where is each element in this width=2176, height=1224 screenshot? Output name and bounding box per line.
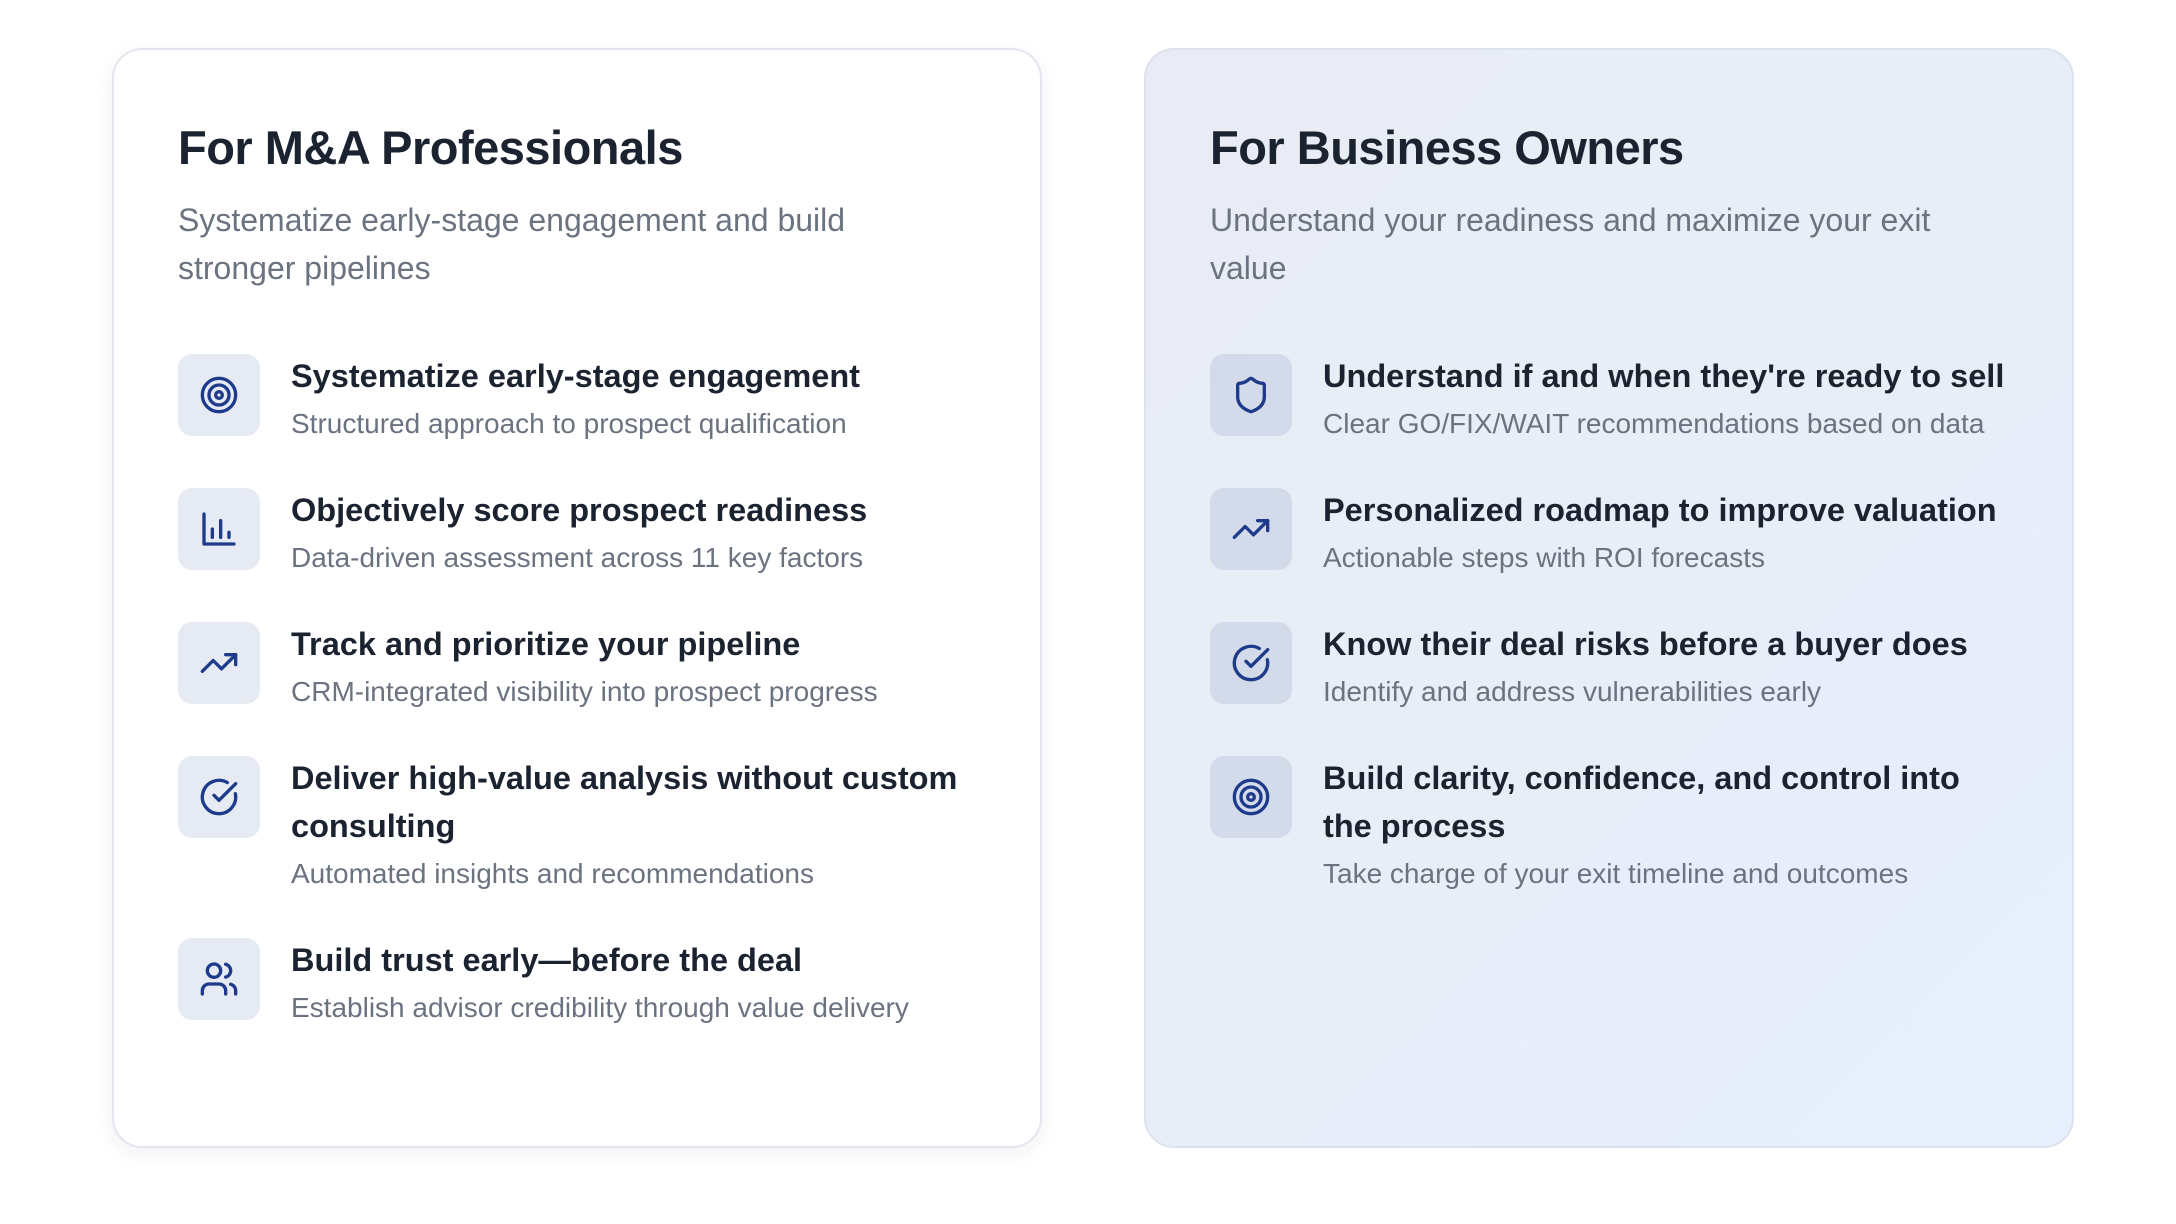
feature-description: Structured approach to prospect qualific… — [291, 408, 847, 440]
owners-title: For Business Owners — [1210, 121, 1684, 174]
trending-up-icon — [1210, 488, 1292, 571]
feature-item: Build clarity, confidence, and control i… — [1210, 754, 2010, 894]
professionals-feature-list: Systematize early-stage engagement Struc… — [178, 352, 978, 1028]
feature-text: Personalized roadmap to improve valuatio… — [1323, 486, 2010, 578]
feature-title: Build clarity, confidence, and control i… — [1323, 760, 1960, 845]
feature-item: Understand if and when they're ready to … — [1210, 352, 2010, 444]
feature-item: Track and prioritize your pipeline CRM-i… — [178, 620, 978, 712]
feature-text: Systematize early-stage engagement Struc… — [291, 352, 978, 444]
feature-title: Objectively score prospect readiness — [291, 492, 868, 529]
owners-subtitle: Understand your readiness and maximize y… — [1210, 202, 1931, 287]
owners-card: For Business Owners Understand your read… — [1144, 48, 2074, 1148]
audience-cards: For M&A Professionals Systematize early-… — [112, 48, 2080, 1148]
target-icon — [1210, 756, 1292, 839]
feature-text: Objectively score prospect readiness Dat… — [291, 486, 978, 578]
feature-text: Track and prioritize your pipeline CRM-i… — [291, 620, 978, 712]
feature-title: Understand if and when they're ready to … — [1323, 358, 2005, 395]
feature-text: Understand if and when they're ready to … — [1323, 352, 2010, 444]
feature-description: CRM-integrated visibility into prospect … — [291, 676, 878, 708]
feature-description: Actionable steps with ROI forecasts — [1323, 542, 1765, 574]
feature-text: Build clarity, confidence, and control i… — [1323, 754, 2010, 894]
feature-description: Establish advisor credibility through va… — [291, 992, 909, 1024]
feature-text: Know their deal risks before a buyer doe… — [1323, 620, 2010, 712]
professionals-subtitle: Systematize early-stage engagement and b… — [178, 202, 846, 287]
feature-title: Personalized roadmap to improve valuatio… — [1323, 492, 1997, 529]
feature-item: Build trust early—before the deal Establ… — [178, 936, 978, 1028]
target-icon — [178, 354, 260, 437]
feature-description: Data-driven assessment across 11 key fac… — [291, 542, 864, 574]
check-circle-icon — [1210, 622, 1292, 705]
feature-description: Clear GO/FIX/WAIT recommendations based … — [1323, 408, 1985, 440]
feature-text: Build trust early—before the deal Establ… — [291, 936, 978, 1028]
feature-title: Deliver high-value analysis without cust… — [291, 760, 958, 845]
feature-text: Deliver high-value analysis without cust… — [291, 754, 978, 894]
check-circle-icon — [178, 756, 260, 839]
bar-chart-icon — [178, 488, 260, 571]
feature-title: Track and prioritize your pipeline — [291, 626, 801, 663]
professionals-card: For M&A Professionals Systematize early-… — [112, 48, 1042, 1148]
shield-icon — [1210, 354, 1292, 437]
trending-up-icon — [178, 622, 260, 705]
feature-title: Know their deal risks before a buyer doe… — [1323, 626, 1968, 663]
users-icon — [178, 938, 260, 1021]
professionals-title: For M&A Professionals — [178, 121, 683, 174]
feature-item: Objectively score prospect readiness Dat… — [178, 486, 978, 578]
feature-description: Automated insights and recommendations — [291, 858, 814, 890]
feature-item: Systematize early-stage engagement Struc… — [178, 352, 978, 444]
feature-title: Systematize early-stage engagement — [291, 358, 860, 395]
feature-item: Deliver high-value analysis without cust… — [178, 754, 978, 894]
owners-feature-list: Understand if and when they're ready to … — [1210, 352, 2010, 894]
feature-title: Build trust early—before the deal — [291, 942, 803, 979]
feature-item: Know their deal risks before a buyer doe… — [1210, 620, 2010, 712]
feature-item: Personalized roadmap to improve valuatio… — [1210, 486, 2010, 578]
feature-description: Take charge of your exit timeline and ou… — [1323, 858, 1909, 890]
feature-description: Identify and address vulnerabilities ear… — [1323, 676, 1822, 708]
